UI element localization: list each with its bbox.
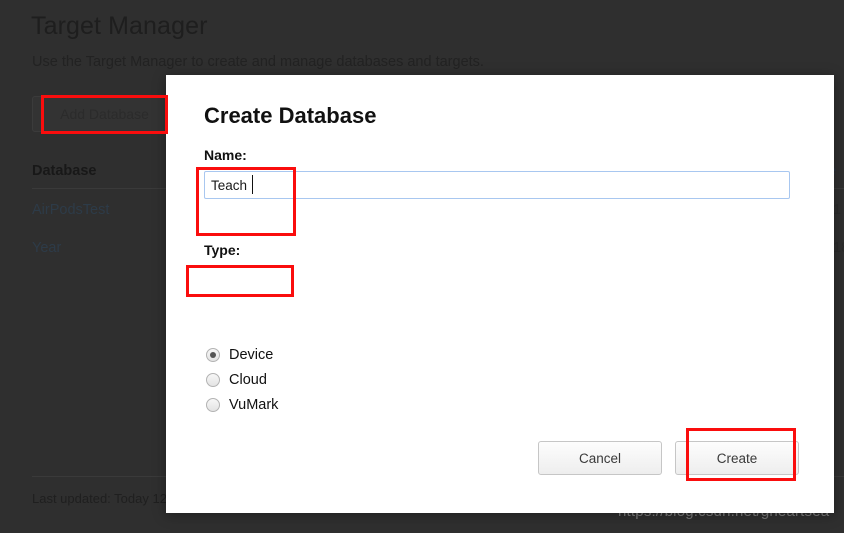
table-row[interactable]: Year [32,240,61,256]
radio-label-vumark: VuMark [229,397,279,413]
dialog-title: Create Database [204,103,377,128]
create-label: Create [716,450,758,466]
cancel-button[interactable]: Cancel [538,441,662,475]
radio-label-cloud: Cloud [229,372,267,388]
create-button[interactable]: Create [675,441,799,475]
radio-option-vumark[interactable]: VuMark [206,397,278,413]
watermark-text: https://blog.csdn.net/gheartsea [618,503,830,520]
table-row[interactable]: AirPodsTest [32,202,109,218]
last-updated-text: Last updated: Today 12 [32,491,167,506]
radio-option-device[interactable]: Device [206,347,273,363]
radio-button-icon[interactable] [206,398,220,412]
add-database-button[interactable]: Add Database [32,96,177,132]
name-field-label: Name: [204,147,247,163]
screenshot-root: Target Manager Use the Target Manager to… [0,0,844,533]
create-database-dialog: Create Database Name: Type: Device Cloud… [166,75,834,513]
name-input[interactable] [204,171,790,199]
radio-button-icon[interactable] [206,348,220,362]
table-row-value: 1 [833,202,842,218]
radio-button-icon[interactable] [206,373,220,387]
page-subtitle: Use the Target Manager to create and man… [32,54,484,70]
table-column-header-database: Database [32,163,97,179]
radio-label-device: Device [229,347,274,363]
page-title: Target Manager [31,12,208,40]
radio-option-cloud[interactable]: Cloud [206,372,267,388]
text-caret [252,175,253,194]
table-row-value: 18 [833,240,844,256]
add-database-label: Add Database [60,106,149,122]
cancel-label: Cancel [578,450,622,466]
type-field-label: Type: [204,242,241,258]
